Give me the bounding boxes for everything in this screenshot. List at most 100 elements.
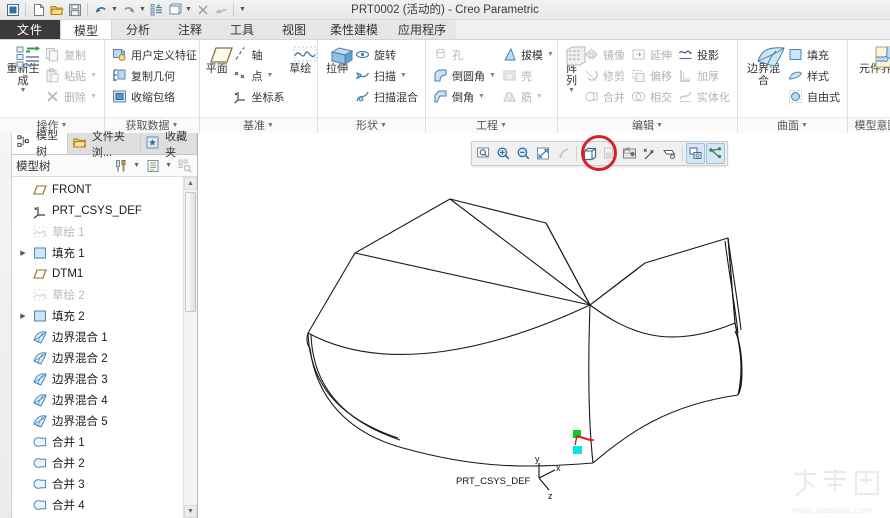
more-caret-icon[interactable]: ▼ xyxy=(238,1,247,18)
tab-analysis[interactable]: 分析 xyxy=(112,20,164,39)
shell-button[interactable]: 壳 xyxy=(499,65,557,86)
save-icon[interactable] xyxy=(66,1,83,18)
ribbon-group-shapes-label[interactable]: 形状 ▼ xyxy=(318,117,425,133)
tree-item-merge-1[interactable]: 合并 1 xyxy=(12,431,184,452)
spin-center-icon[interactable] xyxy=(686,143,705,164)
tree-item-fill-2[interactable]: ▶ 填充 2 xyxy=(12,305,184,326)
graphics-area[interactable]: y x z PRT_CSYS_DEF www.xiazaiba.com xyxy=(198,133,890,518)
copy-geometry-button[interactable]: 复制几何 xyxy=(109,65,200,86)
regenerate-caret-icon[interactable]: ▼ xyxy=(20,87,27,94)
rib-caret-icon[interactable]: ▼ xyxy=(536,93,543,100)
datum-point-button[interactable]: 点 ▼ xyxy=(230,65,288,86)
merge-button[interactable]: 合并 xyxy=(581,86,628,107)
sweep-button[interactable]: 扫描 ▼ xyxy=(352,65,421,86)
pattern-caret-icon[interactable]: ▼ xyxy=(568,87,575,94)
tab-applications[interactable]: 应用程序 xyxy=(388,20,457,39)
draft-button[interactable]: 拔模 ▼ xyxy=(499,44,557,65)
navtab-favorites[interactable]: 收藏夹 xyxy=(141,131,197,159)
filter-settings-caret-icon[interactable]: ▼ xyxy=(133,162,140,169)
window-icon[interactable] xyxy=(4,1,21,18)
model-tree[interactable]: FRONT PRT_CSYS_DEF 草绘 1 ▶ 填充 1 DTM1 草绘 2… xyxy=(12,177,184,518)
project-button[interactable]: 投影 xyxy=(675,44,733,65)
zoom-window-icon[interactable] xyxy=(474,143,493,164)
ribbon-group-editing-label[interactable]: 编辑 ▼ xyxy=(558,117,737,133)
undo-caret-icon[interactable]: ▼ xyxy=(110,1,119,18)
trim-button[interactable]: 修剪 xyxy=(581,65,628,86)
scrollbar-thumb[interactable] xyxy=(185,192,196,312)
tree-item-boundary-blend-1[interactable]: 边界混合 1 xyxy=(12,326,184,347)
offset-button[interactable]: 偏移 xyxy=(628,65,675,86)
paste-caret-icon[interactable]: ▼ xyxy=(90,72,97,79)
tree-search-icon[interactable] xyxy=(176,157,193,174)
tree-columns-icon[interactable] xyxy=(144,157,161,174)
chamfer-caret-icon[interactable]: ▼ xyxy=(478,93,485,100)
ribbon-group-engineering-label[interactable]: 工程 ▼ xyxy=(426,117,557,133)
tab-model[interactable]: 模型 xyxy=(60,20,112,39)
zoom-in-icon[interactable] xyxy=(494,143,513,164)
tree-item-boundary-blend-5[interactable]: 边界混合 5 xyxy=(12,410,184,431)
swept-blend-button[interactable]: 扫描混合 xyxy=(352,86,421,107)
window-switch-caret-icon[interactable]: ▼ xyxy=(184,1,193,18)
datum-plane-button[interactable]: 平面 xyxy=(204,43,233,75)
hole-button[interactable]: 孔 xyxy=(430,44,499,65)
annotation-display-icon[interactable] xyxy=(660,143,679,164)
shrinkwrap-button[interactable]: 收缩包络 xyxy=(109,86,200,107)
view-manager-icon[interactable] xyxy=(706,143,725,164)
tree-item-fill-1[interactable]: ▶ 填充 1 xyxy=(12,242,184,263)
scroll-down-icon[interactable]: ▼ xyxy=(184,505,197,518)
left-dock-strip[interactable] xyxy=(0,133,12,518)
scene-icon[interactable] xyxy=(620,143,639,164)
copy-button[interactable]: 复制 xyxy=(42,44,100,65)
navtab-model-tree[interactable]: 模型树 xyxy=(12,130,68,158)
close-window-icon[interactable] xyxy=(194,1,211,18)
tree-item-boundary-blend-2[interactable]: 边界混合 2 xyxy=(12,347,184,368)
new-file-icon[interactable] xyxy=(30,1,47,18)
redo-caret-icon[interactable]: ▼ xyxy=(138,1,147,18)
refit-icon[interactable] xyxy=(534,143,553,164)
tree-item-dtm1[interactable]: DTM1 xyxy=(12,263,184,284)
round-caret-icon[interactable]: ▼ xyxy=(489,72,496,79)
tree-item-merge-4[interactable]: 合并 4 xyxy=(12,494,184,515)
user-defined-feature-button[interactable]: 用户定义特征 xyxy=(109,44,200,65)
sweep-caret-icon[interactable]: ▼ xyxy=(400,72,407,79)
navtab-folder-browser[interactable]: 文件夹浏... xyxy=(67,131,142,159)
settings-icon[interactable] xyxy=(212,1,229,18)
datum-display-filters-icon[interactable] xyxy=(640,143,659,164)
solidify-button[interactable]: 实体化 xyxy=(675,86,733,107)
component-interface-button[interactable]: 元件界面 xyxy=(852,43,890,75)
tree-item-merge-3[interactable]: 合并 3 xyxy=(12,473,184,494)
style-button[interactable]: 样式 xyxy=(785,65,843,86)
undo-icon[interactable] xyxy=(92,1,109,18)
window-switch-icon[interactable] xyxy=(166,1,183,18)
tree-expander[interactable]: ▶ xyxy=(18,249,28,257)
ribbon-group-datum-label[interactable]: 基准 ▼ xyxy=(200,117,317,133)
open-folder-icon[interactable] xyxy=(48,1,65,18)
tree-item-front[interactable]: FRONT xyxy=(12,179,184,200)
round-button[interactable]: 倒圆角 ▼ xyxy=(430,65,499,86)
tree-item-merge-2[interactable]: 合并 2 xyxy=(12,452,184,473)
tree-item-boundary-blend-4[interactable]: 边界混合 4 xyxy=(12,389,184,410)
reorient-icon[interactable] xyxy=(554,143,573,164)
revolve-button[interactable]: 旋转 xyxy=(352,44,421,65)
model-tree-scrollbar[interactable]: ▲ ▼ xyxy=(183,177,197,518)
tree-columns-caret-icon[interactable]: ▼ xyxy=(165,162,172,169)
freestyle-button[interactable]: 自由式 xyxy=(785,86,843,107)
sketch-button[interactable]: 草绘 xyxy=(288,43,317,75)
regenerate-button[interactable]: 重新生成 ▼ xyxy=(4,43,42,94)
tree-item-sketch-2[interactable]: 草绘 2 xyxy=(12,284,184,305)
tree-item-boundary-blend-3[interactable]: 边界混合 3 xyxy=(12,368,184,389)
tab-tools[interactable]: 工具 xyxy=(216,20,268,39)
model-viewport[interactable]: y x z PRT_CSYS_DEF xyxy=(198,133,890,518)
datum-axis-button[interactable]: 轴 xyxy=(230,44,288,65)
delete-button[interactable]: 删除 ▼ xyxy=(42,86,100,107)
tab-view[interactable]: 视图 xyxy=(268,20,320,39)
thicken-button[interactable]: 加厚 xyxy=(675,65,733,86)
ribbon-group-surfaces-label[interactable]: 曲面 ▼ xyxy=(738,117,847,133)
draft-caret-icon[interactable]: ▼ xyxy=(547,51,554,58)
paste-button[interactable]: 粘贴 ▼ xyxy=(42,65,100,86)
tab-flexible-modeling[interactable]: 柔性建模 xyxy=(320,20,389,39)
rib-button[interactable]: 筋 ▼ xyxy=(499,86,557,107)
delete-caret-icon[interactable]: ▼ xyxy=(90,93,97,100)
fill-button[interactable]: 填充 xyxy=(785,44,843,65)
datum-point-caret-icon[interactable]: ▼ xyxy=(267,72,274,79)
